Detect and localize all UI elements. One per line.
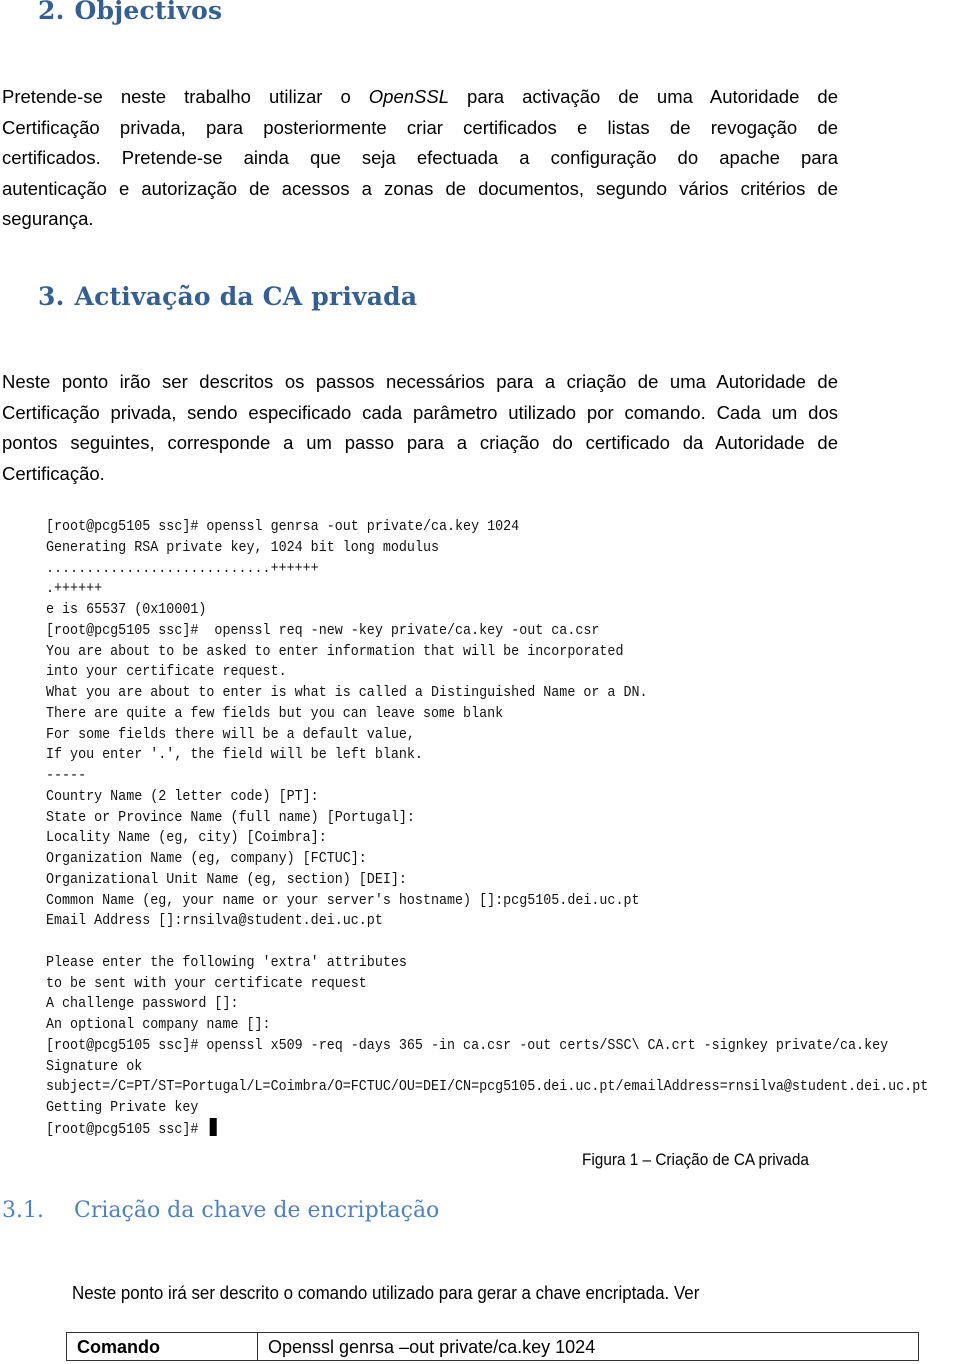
paragraph-line: Neste ponto irão ser descritos os passos… bbox=[2, 371, 838, 392]
terminal-line: Generating RSA private key, 1024 bit lon… bbox=[46, 537, 440, 556]
terminal-line: An optional company name []: bbox=[46, 1015, 271, 1033]
terminal-line: .++++++ bbox=[46, 579, 103, 598]
emphasis-openssl: OpenSSL bbox=[368, 86, 450, 107]
heading-objectivos: 2. Objectivos bbox=[38, 0, 222, 25]
terminal-line: State or Province Name (full name) [Port… bbox=[46, 807, 415, 826]
command-value: Openssl genrsa –out private/ca.key 1024 bbox=[257, 1332, 919, 1361]
terminal-line: to be sent with your certificate request bbox=[46, 973, 367, 992]
terminal-line: [root@pcg5105 ssc]# openssl req -new -ke… bbox=[46, 620, 600, 639]
terminal-line: A challenge password []: bbox=[46, 994, 239, 1013]
text: para activação de uma Autoridade de bbox=[449, 86, 838, 107]
terminal-line: Getting Private key bbox=[46, 1098, 199, 1116]
terminal-line: Signature ok bbox=[46, 1056, 143, 1075]
terminal-line: Organizational Unit Name (eg, section) [… bbox=[46, 869, 407, 888]
terminal-line: What you are about to enter is what is c… bbox=[46, 683, 648, 701]
heading-number: 3. bbox=[38, 282, 65, 311]
terminal-cursor bbox=[209, 1117, 217, 1136]
terminal-line: subject=/C=PT/ST=Portugal/L=Coimbra/O=FC… bbox=[46, 1077, 929, 1096]
terminal-line: Locality Name (eg, city) [Coimbra]: bbox=[46, 828, 327, 847]
terminal-line: There are quite a few fields but you can… bbox=[46, 703, 504, 722]
terminal-line: ............................++++++ bbox=[46, 558, 319, 577]
terminal-line: Country Name (2 letter code) [PT]: bbox=[46, 786, 319, 805]
heading-title: Objectivos bbox=[74, 0, 223, 25]
terminal-line: [root@pcg5105 ssc]# openssl x509 -req -d… bbox=[46, 1035, 889, 1054]
terminal-line: Please enter the following 'extra' attri… bbox=[46, 952, 407, 971]
heading-number: 2. bbox=[38, 0, 65, 25]
command-label: Comando bbox=[66, 1332, 258, 1361]
terminal-line: ----- bbox=[46, 766, 87, 784]
paragraph-line: Certificação. bbox=[2, 462, 105, 484]
terminal-line: e is 65537 (0x10001) bbox=[46, 600, 207, 618]
activacao-paragraph: Neste ponto irão ser descritos os passos… bbox=[2, 367, 838, 489]
figure-caption: Figura 1 – Criação de CA privada bbox=[582, 1151, 809, 1169]
terminal-line: [root@pcg5105 ssc]# openssl genrsa -out … bbox=[46, 517, 520, 535]
heading-activacao: 3. Activação da CA privada bbox=[38, 282, 417, 311]
heading-chave: 3.1. Criação da chave de encriptação bbox=[2, 1198, 439, 1223]
command-table: Comando Openssl genrsa –out private/ca.k… bbox=[66, 1332, 919, 1361]
terminal-line: Organization Name (eg, company) [FCTUC]: bbox=[46, 849, 367, 867]
terminal-line: Email Address []:rnsilva@student.dei.uc.… bbox=[46, 911, 383, 930]
paragraph-line: segurança. bbox=[2, 208, 94, 230]
paragraph-line: Certificação privada, para posteriorment… bbox=[2, 116, 838, 138]
terminal-line: For some fields there will be a default … bbox=[46, 724, 415, 743]
heading-number: 3.1. bbox=[2, 1198, 44, 1223]
terminal-screenshot: [root@pcg5105 ssc]# openssl genrsa -out … bbox=[46, 516, 928, 1139]
terminal-line: If you enter '.', the field will be left… bbox=[46, 745, 423, 764]
paragraph-line: Pretende-se neste trabalho utilizar o Op… bbox=[2, 82, 838, 113]
terminal-line: into your certificate request. bbox=[46, 662, 287, 681]
heading-title: Criação da chave de encriptação bbox=[74, 1198, 440, 1223]
table-row: Comando Openssl genrsa –out private/ca.k… bbox=[66, 1332, 919, 1361]
text: Pretende-se neste trabalho utilizar o bbox=[2, 86, 369, 107]
paragraph-line: Certificação privada, sendo especificado… bbox=[2, 401, 838, 423]
paragraph-line: pontos seguintes, corresponde a um passo… bbox=[2, 432, 838, 454]
chave-intro: Neste ponto irá ser descrito o comando u… bbox=[72, 1283, 700, 1303]
paragraph-line: autenticação e autorização de acessos a … bbox=[2, 177, 838, 199]
objectivos-paragraph: Pretende-se neste trabalho utilizar o Op… bbox=[2, 82, 838, 235]
heading-title: Activação da CA privada bbox=[74, 282, 418, 311]
terminal-line: Common Name (eg, your name or your serve… bbox=[46, 890, 640, 909]
paragraph-line: certificados. Pretende-se ainda que seja… bbox=[2, 147, 838, 169]
terminal-line: [root@pcg5105 ssc]# bbox=[46, 1117, 928, 1139]
terminal-line: You are about to be asked to enter infor… bbox=[46, 641, 624, 660]
